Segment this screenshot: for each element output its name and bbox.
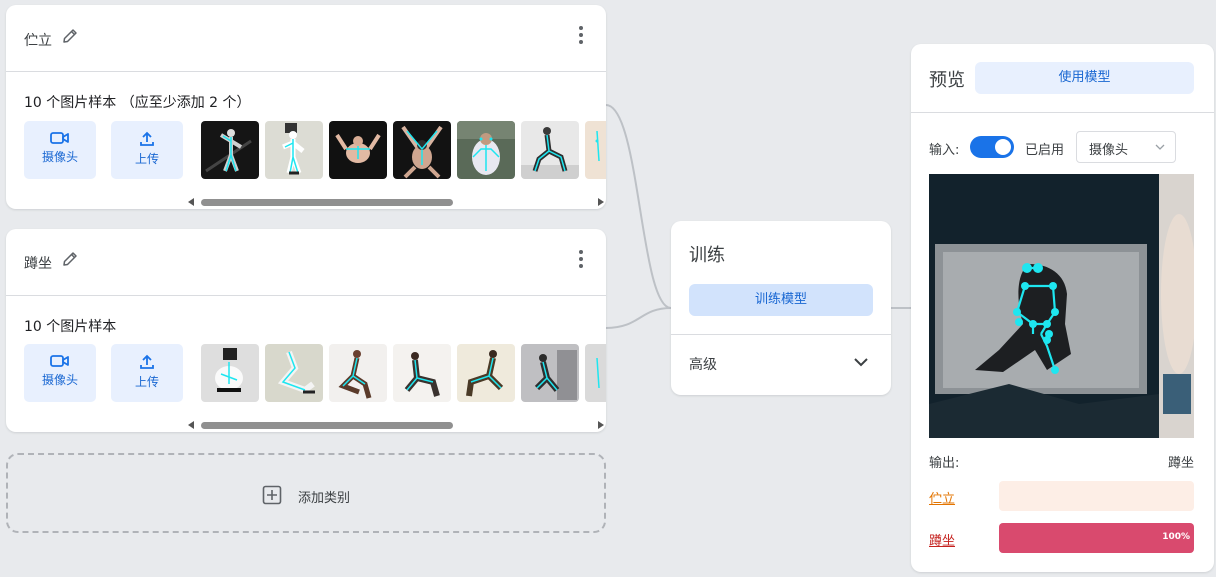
webcam-button-label: 摄像头 xyxy=(41,150,78,164)
upload-button-label: 上传 xyxy=(134,375,159,389)
add-class-button[interactable]: 添加类别 xyxy=(6,453,606,533)
confidence-class-name: 蹲坐 xyxy=(929,534,956,549)
class-card-squatting: 蹲坐 10 个图片样本 摄像头 上传 xyxy=(6,229,606,432)
export-model-button[interactable]: 使用模型 xyxy=(975,62,1194,94)
train-model-button[interactable]: 训练模型 xyxy=(689,284,873,316)
sample-thumbnail[interactable] xyxy=(521,121,579,179)
thumbnail-scrollbar[interactable] xyxy=(186,419,606,429)
enabled-label: 已启用 xyxy=(1025,143,1065,158)
advanced-label[interactable]: 高级 xyxy=(689,354,717,374)
upload-button[interactable]: 上传 xyxy=(111,344,183,402)
confidence-class-name: 伫立 xyxy=(929,492,956,507)
upload-icon xyxy=(140,354,154,369)
scroll-left-icon[interactable] xyxy=(188,421,194,429)
chevron-down-icon xyxy=(1155,144,1165,150)
training-panel: 训练 训练模型 高级 xyxy=(671,221,891,395)
add-box-icon xyxy=(262,485,282,505)
sample-thumbnails xyxy=(201,344,606,404)
more-vert-icon[interactable] xyxy=(578,25,584,45)
webcam-button-label: 摄像头 xyxy=(41,373,78,387)
sample-count: 10 个图片样本 xyxy=(24,319,117,335)
sample-thumbnail[interactable] xyxy=(585,344,606,402)
class-name[interactable]: 蹲坐 xyxy=(24,253,52,273)
confidence-bar: 100% xyxy=(999,523,1194,553)
sample-thumbnail[interactable] xyxy=(521,344,579,402)
sample-thumbnail[interactable] xyxy=(201,344,259,402)
output-label: 输出: xyxy=(929,456,960,471)
scroll-left-icon[interactable] xyxy=(188,198,194,206)
videocam-icon xyxy=(50,132,69,144)
thumbnail-scrollbar[interactable] xyxy=(186,196,606,206)
pencil-icon[interactable] xyxy=(61,27,79,45)
upload-button[interactable]: 上传 xyxy=(111,121,183,179)
webcam-preview xyxy=(929,174,1194,438)
sample-thumbnail[interactable] xyxy=(329,344,387,402)
input-source-select[interactable]: 摄像头 xyxy=(1076,131,1176,163)
source-select-value: 摄像头 xyxy=(1089,143,1129,158)
scroll-right-icon[interactable] xyxy=(598,421,604,429)
sample-thumbnail[interactable] xyxy=(393,121,451,179)
more-vert-icon[interactable] xyxy=(578,249,584,269)
add-class-label: 添加类别 xyxy=(298,491,351,506)
scroll-right-icon[interactable] xyxy=(598,198,604,206)
sample-thumbnail[interactable] xyxy=(265,344,323,402)
sample-thumbnail[interactable] xyxy=(457,344,515,402)
training-title: 训练 xyxy=(689,245,725,266)
pencil-icon[interactable] xyxy=(61,250,79,268)
input-toggle[interactable] xyxy=(970,136,1014,158)
scrollbar-thumb[interactable] xyxy=(201,199,453,206)
confidence-percent: 100% xyxy=(1162,532,1190,542)
sample-thumbnail[interactable] xyxy=(329,121,387,179)
webcam-button[interactable]: 摄像头 xyxy=(24,121,96,179)
sample-thumbnail[interactable] xyxy=(265,121,323,179)
confidence-row: 蹲坐 100% xyxy=(929,523,1194,553)
confidence-row: 伫立 xyxy=(929,481,1194,511)
class-name[interactable]: 伫立 xyxy=(24,30,52,50)
upload-icon xyxy=(140,131,154,146)
divider xyxy=(671,334,891,335)
webcam-button[interactable]: 摄像头 xyxy=(24,344,96,402)
toggle-knob xyxy=(995,139,1011,155)
class-header: 伫立 xyxy=(6,5,606,72)
scrollbar-thumb[interactable] xyxy=(201,422,453,429)
class-card-standing: 伫立 10 个图片样本 （应至少添加 2 个） 摄像头 上传 xyxy=(6,5,606,209)
upload-button-label: 上传 xyxy=(134,152,159,166)
divider xyxy=(911,112,1214,113)
sample-thumbnail[interactable] xyxy=(393,344,451,402)
videocam-icon xyxy=(50,355,69,367)
chevron-down-icon[interactable] xyxy=(853,357,869,367)
sample-thumbnail[interactable] xyxy=(201,121,259,179)
confidence-bar xyxy=(999,481,1194,511)
sample-thumbnail[interactable] xyxy=(457,121,515,179)
preview-title: 预览 xyxy=(929,70,965,91)
output-value: 蹲坐 xyxy=(1167,456,1194,471)
sample-thumbnail[interactable] xyxy=(585,121,606,179)
input-label: 输入: xyxy=(929,143,960,158)
preview-panel: 预览 使用模型 输入: 已启用 摄像头 输出: 蹲坐 伫立 蹲坐 100% xyxy=(911,44,1214,572)
class-header: 蹲坐 xyxy=(6,229,606,296)
sample-count: 10 个图片样本 （应至少添加 2 个） xyxy=(24,95,251,111)
sample-thumbnails xyxy=(201,121,606,181)
